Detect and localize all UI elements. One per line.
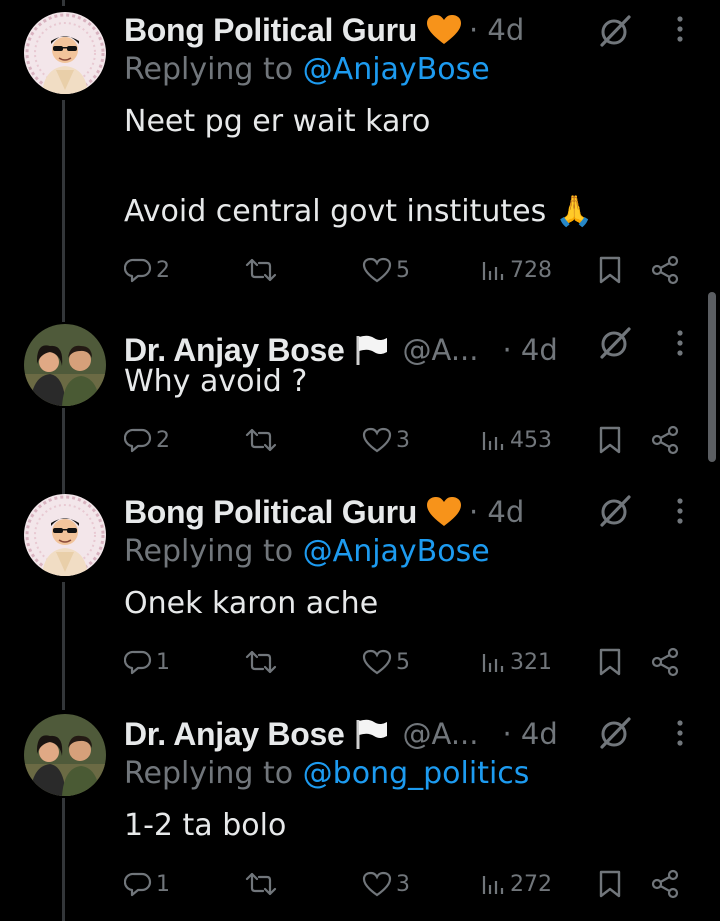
mention-link[interactable]: @bong_politics <box>303 756 530 791</box>
like-button[interactable]: 5 <box>362 250 410 290</box>
bookmark-button[interactable] <box>598 250 622 290</box>
tweet-actions: 1 5 321 <box>124 642 720 682</box>
retweet-icon <box>245 428 277 452</box>
tweet-actions: 2 5 728 <box>124 250 720 290</box>
views-button[interactable]: 728 <box>480 250 552 290</box>
reply-button[interactable]: 2 <box>124 250 170 290</box>
tweet[interactable]: Bong Political Guru · 4d Replying to @An… <box>0 482 720 692</box>
user-handle[interactable]: @A... <box>402 333 478 367</box>
tweet-time[interactable]: · 4d <box>502 333 557 367</box>
mention-link[interactable]: @AnjayBose <box>303 534 490 569</box>
white-flag-icon <box>354 718 388 750</box>
share-icon <box>651 255 679 285</box>
grok-icon[interactable] <box>598 494 632 528</box>
bookmark-icon <box>599 870 621 898</box>
tweet[interactable]: Dr. Anjay Bose @A... · 4d Why avoid ? 2 <box>0 320 720 470</box>
views-button[interactable]: 272 <box>480 864 552 904</box>
share-icon <box>651 425 679 455</box>
more-options-icon[interactable] <box>674 496 686 528</box>
reply-thread: Bong Political Guru · 4d Replying to @An… <box>0 0 720 921</box>
avatar-anjay-bose[interactable] <box>24 714 106 796</box>
views-button[interactable]: 321 <box>480 642 552 682</box>
retweet-button[interactable] <box>244 420 278 460</box>
display-name[interactable]: Dr. Anjay Bose <box>124 332 345 369</box>
retweet-icon <box>245 872 277 896</box>
heart-icon <box>362 871 392 897</box>
tweet-time[interactable]: · 4d <box>469 495 524 529</box>
reply-icon <box>124 872 152 897</box>
replying-to: Replying to @AnjayBose <box>124 52 490 87</box>
replying-to: Replying to @AnjayBose <box>124 534 490 569</box>
display-name[interactable]: Dr. Anjay Bose <box>124 716 345 753</box>
reply-icon <box>124 258 152 283</box>
bookmark-icon <box>599 426 621 454</box>
avatar-bong-political-guru[interactable] <box>24 494 106 576</box>
bookmark-icon <box>599 256 621 284</box>
grok-icon[interactable] <box>598 14 632 48</box>
reply-button[interactable]: 1 <box>124 864 170 904</box>
bookmark-button[interactable] <box>598 642 622 682</box>
more-options-icon[interactable] <box>674 328 686 360</box>
grok-icon[interactable] <box>598 716 632 750</box>
tweet-text: Onek karon ache <box>124 586 379 621</box>
orange-heart-icon <box>426 15 461 45</box>
bookmark-button[interactable] <box>598 864 622 904</box>
retweet-icon <box>245 650 277 674</box>
reply-icon <box>124 428 152 453</box>
like-button[interactable]: 5 <box>362 642 410 682</box>
analytics-icon <box>482 262 504 280</box>
grok-icon[interactable] <box>598 326 632 360</box>
display-name[interactable]: Bong Political Guru <box>124 494 417 531</box>
heart-icon <box>362 257 392 283</box>
tweet-text: Why avoid ? <box>124 364 308 399</box>
analytics-icon <box>482 432 504 450</box>
like-button[interactable]: 3 <box>362 864 410 904</box>
share-button[interactable] <box>650 864 680 904</box>
scrollbar[interactable] <box>708 292 716 462</box>
reply-icon <box>124 650 152 675</box>
share-button[interactable] <box>650 420 680 460</box>
share-button[interactable] <box>650 642 680 682</box>
share-icon <box>651 869 679 899</box>
share-icon <box>651 647 679 677</box>
tweet[interactable]: Bong Political Guru · 4d Replying to @An… <box>0 0 720 300</box>
more-options-icon[interactable] <box>674 718 686 750</box>
tweet-time[interactable]: · 4d <box>469 13 524 47</box>
mention-link[interactable]: @AnjayBose <box>303 52 490 87</box>
share-button[interactable] <box>650 250 680 290</box>
avatar-bong-political-guru[interactable] <box>24 12 106 94</box>
views-button[interactable]: 453 <box>480 420 552 460</box>
bookmark-icon <box>599 648 621 676</box>
tweet-actions: 1 3 272 <box>124 864 720 904</box>
retweet-button[interactable] <box>244 250 278 290</box>
reply-button[interactable]: 2 <box>124 420 170 460</box>
tweet-text: Neet pg er wait karo Avoid central govt … <box>124 104 594 229</box>
analytics-icon <box>482 876 504 894</box>
tweet[interactable]: Dr. Anjay Bose @A... · 4d Replying to @b… <box>0 704 720 921</box>
user-handle[interactable]: @A... <box>402 717 478 751</box>
display-name[interactable]: Bong Political Guru <box>124 12 417 49</box>
retweet-icon <box>245 258 277 282</box>
replying-to: Replying to @bong_politics <box>124 756 530 791</box>
tweet-actions: 2 3 453 <box>124 420 720 460</box>
tweet-time[interactable]: · 4d <box>502 717 557 751</box>
more-options-icon[interactable] <box>674 14 686 46</box>
retweet-button[interactable] <box>244 864 278 904</box>
heart-icon <box>362 427 392 453</box>
orange-heart-icon <box>426 497 461 527</box>
tweet-text: 1-2 ta bolo <box>124 808 287 843</box>
bookmark-button[interactable] <box>598 420 622 460</box>
heart-icon <box>362 649 392 675</box>
like-button[interactable]: 3 <box>362 420 410 460</box>
white-flag-icon <box>354 334 388 366</box>
retweet-button[interactable] <box>244 642 278 682</box>
avatar-anjay-bose[interactable] <box>24 324 106 406</box>
analytics-icon <box>482 654 504 672</box>
reply-button[interactable]: 1 <box>124 642 170 682</box>
